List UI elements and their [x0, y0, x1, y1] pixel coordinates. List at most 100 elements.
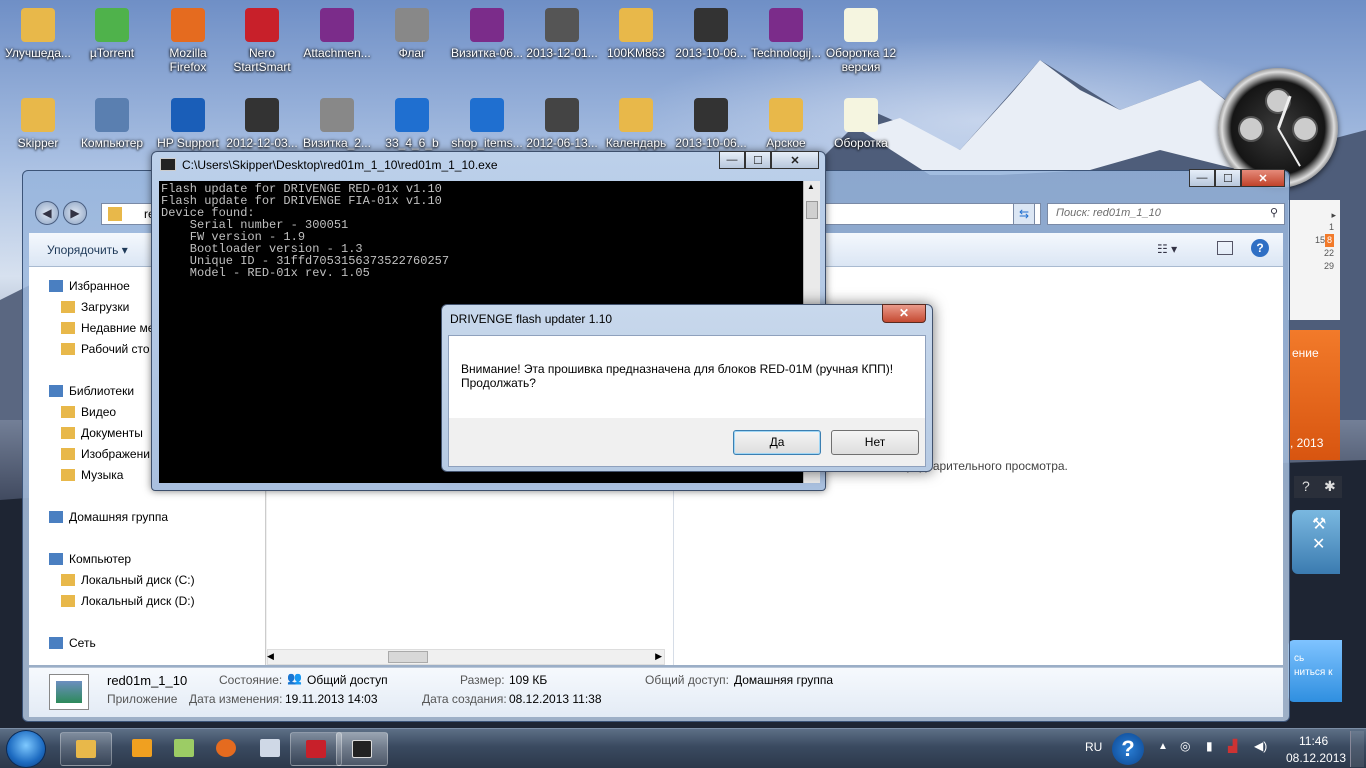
clock-date[interactable]: 08.12.2013: [1286, 751, 1346, 765]
show-desktop-button[interactable]: [1350, 731, 1364, 767]
nav-item[interactable]: Сеть: [49, 636, 96, 650]
desktop-icon[interactable]: shop_items...: [449, 98, 525, 150]
settings-icon[interactable]: ✱: [1324, 478, 1336, 495]
nav-item[interactable]: Библиотеки: [49, 384, 134, 398]
desktop-icon-label: 33_4_6_b: [385, 136, 439, 150]
desktop-icon[interactable]: Улучшеда...: [0, 8, 76, 60]
desktop-icon[interactable]: Technologij...: [748, 8, 824, 60]
desktop-icon[interactable]: Attachmen...: [299, 8, 375, 60]
refresh-icon[interactable]: ⇆: [1013, 203, 1035, 225]
desktop-icon[interactable]: Визитка_2...: [299, 98, 375, 150]
console-maximize-button[interactable]: ☐: [745, 151, 771, 169]
search-icon[interactable]: ⚲: [1270, 206, 1278, 219]
scroll-thumb[interactable]: [388, 651, 428, 663]
desktop-icon[interactable]: Skipper: [0, 98, 76, 150]
nav-item[interactable]: Локальный диск (C:): [61, 573, 195, 587]
search-input[interactable]: Поиск: red01m_1_10 ⚲: [1047, 203, 1285, 225]
console-close-button[interactable]: ✕: [771, 151, 819, 169]
desktop-icon[interactable]: Nero StartSmart: [224, 8, 300, 74]
calendar-day[interactable]: 1: [1288, 221, 1334, 234]
desktop-icon[interactable]: 2012-06-13...: [524, 98, 600, 150]
desktop-icon[interactable]: Арское: [748, 98, 824, 150]
desktop-icon[interactable]: 100KM863: [598, 8, 674, 60]
calendar-day[interactable]: 29: [1288, 260, 1334, 273]
nav-item[interactable]: Недавние ме: [61, 321, 154, 335]
desktop-icon[interactable]: Визитка-06...: [449, 8, 525, 60]
no-button[interactable]: Нет: [831, 430, 919, 455]
volume-icon[interactable]: ◀): [1254, 739, 1267, 753]
desktop-icon-label: Оборотка 12 версия: [825, 46, 897, 74]
desktop-icon[interactable]: Mozilla Firefox: [150, 8, 226, 74]
taskbar-console[interactable]: [336, 732, 388, 766]
calendar-gadget[interactable]: ▸ 1 8 15 22 29: [1288, 200, 1340, 320]
minimize-button[interactable]: —: [1189, 169, 1215, 187]
desktop-icon[interactable]: Оборотка 12 версия: [823, 8, 899, 74]
calendar-day[interactable]: 8: [1324, 234, 1334, 247]
nav-item[interactable]: Музыка: [61, 468, 123, 482]
desktop-icon[interactable]: Компьютер: [74, 98, 150, 150]
scroll-left-icon[interactable]: ◀: [267, 651, 274, 662]
tray-expand-icon[interactable]: ▲: [1158, 741, 1168, 752]
desktop-icon[interactable]: Флаг: [374, 8, 450, 60]
nav-item[interactable]: Избранное: [49, 279, 130, 293]
close-icon[interactable]: ✕: [1312, 534, 1325, 554]
desktop-icon[interactable]: HP Support: [150, 98, 226, 150]
nav-item-icon: [49, 280, 63, 292]
nav-item[interactable]: Загрузки: [61, 300, 129, 314]
battery-icon[interactable]: ▮: [1206, 739, 1213, 753]
desktop-icon[interactable]: µTorrent: [74, 8, 150, 60]
confirm-dialog[interactable]: DRIVENGE flash updater 1.10 ✕ Внимание! …: [441, 304, 933, 472]
start-button[interactable]: [6, 730, 46, 768]
calendar-day[interactable]: 22: [1288, 247, 1334, 260]
yes-button[interactable]: Да: [733, 430, 821, 455]
taskbar-explorer[interactable]: [60, 732, 112, 766]
scroll-up-icon[interactable]: ▲: [807, 182, 815, 191]
desktop-icon[interactable]: 2013-10-06...: [673, 8, 749, 60]
gadget-controls[interactable]: ? ✱: [1294, 476, 1342, 498]
dialog-close-button[interactable]: ✕: [882, 304, 926, 323]
nav-item[interactable]: Документы: [61, 426, 143, 440]
nav-item[interactable]: Компьютер: [49, 552, 131, 566]
wrench-icon[interactable]: ⚒: [1312, 514, 1326, 534]
nav-item[interactable]: Видео: [61, 405, 116, 419]
console-scroll-thumb[interactable]: [806, 201, 818, 219]
back-icon[interactable]: ◀: [35, 201, 59, 225]
desktop-icon[interactable]: 2013-12-01...: [524, 8, 600, 60]
view-options-icon[interactable]: ☷ ▾: [1157, 242, 1177, 256]
forward-icon[interactable]: ▶: [63, 201, 87, 225]
scroll-right-icon[interactable]: ▶: [655, 651, 662, 662]
nav-item[interactable]: Рабочий сто: [61, 342, 150, 356]
nav-item-icon: [61, 322, 75, 334]
weather-gadget[interactable]: ение , 2013: [1288, 330, 1340, 460]
desktop-icon[interactable]: Оборотка: [823, 98, 899, 150]
dialog-body: Внимание! Эта прошивка предназначена для…: [448, 335, 926, 467]
maximize-button[interactable]: ☐: [1215, 169, 1241, 187]
tray-app-icon[interactable]: ◎: [1180, 739, 1190, 753]
nav-item[interactable]: Изображени: [61, 447, 150, 461]
nav-item[interactable]: Домашняя группа: [49, 510, 168, 524]
file-list-hscroll[interactable]: ◀ ▶: [267, 649, 665, 665]
nav-item-icon: [49, 637, 63, 649]
clock-time[interactable]: 11:46: [1299, 734, 1328, 748]
taskbar-acrobat[interactable]: [290, 732, 342, 766]
network-icon[interactable]: ▟: [1228, 739, 1237, 753]
help-icon[interactable]: ?: [1251, 239, 1269, 257]
close-button[interactable]: ✕: [1241, 169, 1285, 187]
desktop-icon-label: Skipper: [17, 136, 59, 150]
language-indicator[interactable]: RU: [1085, 740, 1102, 754]
organize-button[interactable]: Упорядочить ▾: [47, 243, 128, 257]
console-minimize-button[interactable]: —: [719, 151, 745, 169]
help-icon[interactable]: ?: [1302, 478, 1310, 494]
desktop-icon[interactable]: 2013-10-06...: [673, 98, 749, 150]
desktop-icon[interactable]: 2012-12-03...: [224, 98, 300, 150]
desktop-icon-label: Nero StartSmart: [233, 46, 291, 74]
tools-gadget[interactable]: ⚒ ✕: [1292, 510, 1340, 574]
preview-pane-icon[interactable]: [1217, 241, 1233, 255]
help-support-icon[interactable]: ?: [1112, 733, 1144, 765]
nav-item[interactable]: Локальный диск (D:): [61, 594, 195, 608]
desktop-icon[interactable]: Календарь: [598, 98, 674, 150]
taskbar-calculator[interactable]: [244, 732, 296, 766]
calendar-next-icon[interactable]: ▸: [1288, 200, 1340, 221]
notification-gadget[interactable]: сь ниться к: [1288, 640, 1342, 702]
desktop-icon[interactable]: 33_4_6_b: [374, 98, 450, 150]
